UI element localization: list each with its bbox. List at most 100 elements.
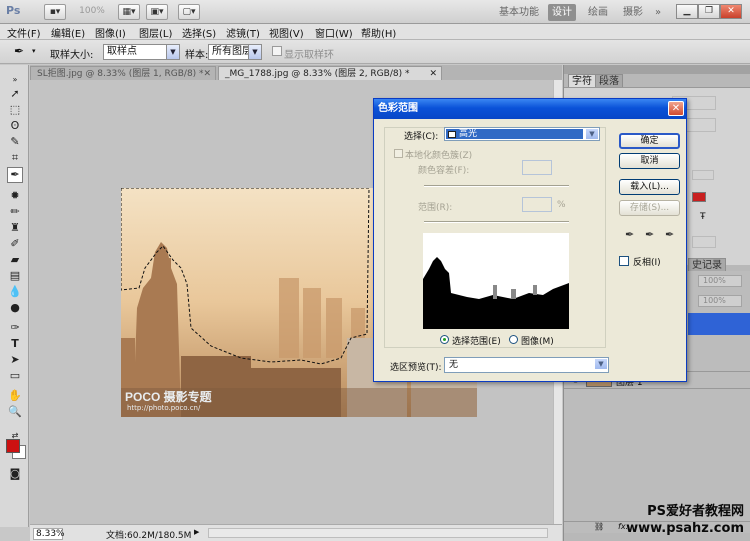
menu-edit[interactable]: 编辑(E) [51,25,85,40]
cancel-button[interactable]: 取消 [619,153,680,169]
pen-tool-icon[interactable]: ✑ [8,321,22,335]
radio-selection[interactable] [440,335,449,344]
opacity-field[interactable]: 100% [698,275,742,287]
range-slider[interactable] [424,221,569,223]
crop-tool-icon[interactable]: ⌗ [8,151,22,165]
menu-view[interactable]: 视图(V) [269,25,304,40]
minimize-button[interactable]: ▁ [676,4,698,19]
fuzziness-slider[interactable] [424,185,569,187]
move-tool-icon[interactable]: ➚ [8,87,22,101]
quick-select-tool-icon[interactable]: ✎ [8,135,22,149]
restore-button[interactable]: ❐ [698,4,720,19]
type-tool-icon[interactable]: T [8,337,22,351]
menu-layer[interactable]: 图层(L) [139,25,172,40]
show-ring-checkbox[interactable] [272,46,282,56]
brush-tool-icon[interactable]: ✏ [8,205,22,219]
path-select-tool-icon[interactable]: ➤ [8,353,22,367]
workspace-more-icon[interactable]: » [652,4,664,21]
status-bar: 8.33% 文档:60.2M/180.5M ▶ [30,524,562,541]
panel-header [564,65,750,74]
marquee-tool-icon[interactable]: ⬚ [8,103,22,117]
range-input[interactable] [522,197,552,212]
tab-document-1[interactable]: SL拒图.jpg @ 8.33% (图层 1, RGB/8) * ✕ [30,66,216,80]
save-button[interactable]: 存储(S)... [619,200,680,216]
localized-label: 本地化颜色簇(Z) [405,151,473,161]
tab-history[interactable]: 史记录 [688,258,726,271]
history-brush-tool-icon[interactable]: ✐ [8,237,22,251]
fill-field[interactable]: 100% [698,295,742,307]
healing-brush-tool-icon[interactable]: ✹ [8,189,22,203]
tracking-field[interactable] [692,170,714,180]
eyedropper-icon[interactable]: ✒ [625,229,637,241]
arrange-docs-icon[interactable]: ▣▾ [146,4,168,20]
collapse-tools-icon[interactable]: » [8,73,22,87]
hand-tool-icon[interactable]: ✋ [8,389,22,403]
dodge-tool-icon[interactable]: ● [8,301,22,315]
dialog-title-text: 色彩范围 [378,103,418,114]
shape-tool-icon[interactable]: ▭ [8,369,22,383]
menu-select[interactable]: 选择(S) [182,25,216,40]
fuzziness-input[interactable] [522,160,552,175]
workspace-painting[interactable]: 绘画 [585,4,611,21]
text-color-swatch[interactable] [692,192,706,202]
select-value: 高光 [459,129,478,139]
select-dropdown[interactable]: 高光 ▼ [444,127,600,141]
grid-view-icon[interactable]: ▦▾ [118,4,140,20]
invert-checkbox[interactable] [619,256,629,266]
gradient-tool-icon[interactable]: ▤ [8,269,22,283]
swatch-icon [448,131,456,138]
preview-dropdown[interactable]: 无 ▼ [444,357,609,373]
zoom-level[interactable]: 100% [76,4,108,20]
eyedropper-tool-icon[interactable]: ✒ [14,44,24,58]
dialog-title: 色彩范围 [374,99,686,119]
clone-stamp-tool-icon[interactable]: ♜ [8,221,22,235]
quick-mask-icon[interactable]: ◙ [8,467,22,481]
tab-document-2[interactable]: _MG_1788.jpg @ 8.33% (图层 2, RGB/8) * ✕ [218,66,442,80]
menu-image[interactable]: 图像(I) [95,25,126,40]
tool-preset-dropdown-icon[interactable]: ▾ [32,47,36,55]
sample-select[interactable]: 所有图层 ▼ [208,44,262,60]
lasso-tool-icon[interactable]: ʘ [8,119,22,133]
foreground-color-swatch[interactable] [6,439,20,453]
eraser-tool-icon[interactable]: ▰ [8,253,22,267]
horizontal-scrollbar[interactable] [208,528,548,538]
workspace-design[interactable]: 设计 [548,4,576,21]
eyedropper-add-icon[interactable]: ✒ [645,229,657,241]
chevron-down-icon: ▼ [248,45,261,59]
close-window-button[interactable]: ✕ [720,4,742,19]
tools-panel: » ➚ ⬚ ʘ ✎ ⌗ ✒ ✹ ✏ ♜ ✐ ▰ ▤ 💧 ● ✑ T ➤ ▭ ✋ … [0,65,29,527]
sample-value: 所有图层 [212,46,252,57]
radio-image[interactable] [509,335,518,344]
menu-file[interactable]: 文件(F) [7,25,41,40]
tab-paragraph[interactable]: 段落 [595,74,623,87]
selected-layer-row[interactable] [688,313,750,335]
chevron-down-icon: ▼ [585,128,599,140]
load-button[interactable]: 载入(L)... [619,179,680,195]
screen-mode-icon[interactable]: ▢▾ [178,4,200,20]
eyedropper-subtract-icon[interactable]: ✒ [665,229,677,241]
menu-filter[interactable]: 滤镜(T) [226,25,260,40]
link-layers-icon[interactable]: ⛓ [594,522,604,531]
zoom-tool-icon[interactable]: 🔍 [8,405,22,419]
ok-button[interactable]: 确定 [619,133,680,149]
menu-window[interactable]: 窗口(W) [315,25,353,40]
radio-image-label: 图像(M) [521,337,554,347]
dialog-close-button[interactable]: ✕ [668,101,684,116]
blur-tool-icon[interactable]: 💧 [8,285,22,299]
faux-bold-icon[interactable]: Ŧ [700,212,706,222]
sample-size-select[interactable]: 取样点 ▼ [103,44,180,60]
workspace-photography[interactable]: 摄影 [620,4,646,21]
localized-checkbox[interactable] [394,149,403,158]
workspace-essentials[interactable]: 基本功能 [497,4,541,21]
zoom-field[interactable]: 8.33% [33,528,65,540]
status-menu-icon[interactable]: ▶ [194,528,199,536]
close-tab-icon[interactable]: ✕ [203,67,211,81]
menu-help[interactable]: 帮助(H) [361,25,396,40]
close-tab-icon[interactable]: ✕ [429,67,437,81]
options-bar: ✒ ▾ 取样大小: 取样点 ▼ 样本: 所有图层 ▼ 显示取样环 [0,40,750,64]
bridge-button[interactable]: ▪▾ [44,4,66,20]
sample-size-label: 取样大小: [50,50,94,61]
eyedropper-tool-icon[interactable]: ✒ [7,167,23,183]
tab-character[interactable]: 字符 [568,74,596,87]
language-select[interactable] [692,236,716,248]
